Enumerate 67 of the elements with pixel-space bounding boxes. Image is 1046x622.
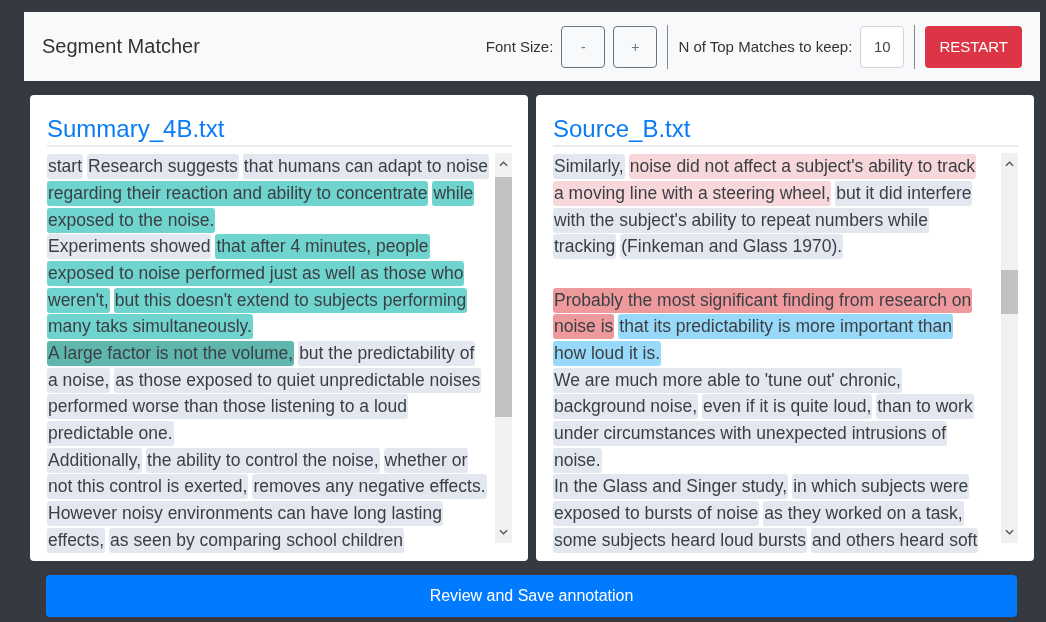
text-segment[interactable]: than to work [876,394,974,420]
chevron-down-icon[interactable] [499,529,508,536]
text-segment[interactable]: Similarly, [553,154,625,180]
text-segment[interactable]: Probably the most significant finding from research on [553,287,973,313]
scrollbar-thumb[interactable] [1001,270,1018,315]
text-segment[interactable]: tracking [553,234,617,260]
text-segment[interactable]: exposed to bursts of noise [553,501,760,527]
top-matches-field[interactable]: 10 [860,25,905,68]
text-segment[interactable]: not this control is exerted, [47,474,249,500]
decrease-font-button[interactable]: - [561,25,606,68]
text-segment[interactable]: but it did interfere [835,180,973,206]
text-segment[interactable]: that after 4 minutes, people [215,234,430,260]
text-segment[interactable]: However noisy environments can have long lasting [47,501,443,527]
font-size-label: Font Size: [485,38,554,56]
text-segment[interactable]: removes any negative effects. [252,474,487,500]
text-segment[interactable]: Additionally, [47,447,143,473]
increase-font-button[interactable]: + [613,25,658,68]
text-segment[interactable]: but this doesn't extend to subjects performing [113,287,468,313]
text-segment[interactable]: some subjects heard loud bursts [553,527,807,553]
text-segment[interactable]: We are much more able to 'tune out' chronic, [553,367,902,393]
chevron-up-icon[interactable] [499,161,508,168]
text-segment[interactable]: a noise, [47,367,111,393]
document-title: Source_B.txt [553,115,1018,148]
chevron-down-icon[interactable] [1005,529,1014,536]
text-segment[interactable]: A large factor is not the volume, [47,341,295,366]
text-segment[interactable]: many taks simultaneously. [47,314,253,340]
text-segment[interactable]: that humans can adapt to noise [242,154,490,180]
text-segment[interactable]: start [47,154,84,180]
scrollbar[interactable] [495,153,512,544]
text-segment[interactable]: as they worked on a task, [763,501,964,527]
top-matches-label: N of Top Matches to keep: [678,38,853,56]
app-title: Segment Matcher [42,35,200,59]
text-segment[interactable]: noise is [553,314,615,340]
scrollbar[interactable] [1001,153,1018,544]
text-segment[interactable]: exposed to noise performed just as well as those who [47,260,465,286]
chevron-up-icon[interactable] [1005,161,1014,168]
text-segment[interactable]: under circumstances with unexpected intrusions of [553,421,947,447]
text-segment[interactable]: the ability to control the noise, [146,447,380,473]
text-segment[interactable]: Research suggests [87,154,239,180]
text-segment[interactable]: In the Glass and Singer study, [553,474,789,500]
text-segment[interactable]: regarding their reaction and ability to concentrate [47,180,429,206]
text-segment[interactable]: a moving line with a steering wheel, [553,180,832,206]
text-segment[interactable]: whether or [383,447,469,473]
text-segment[interactable]: noise did not affect a subject's ability to track [628,154,977,180]
text-segment[interactable]: background noise, [553,394,699,420]
text-segment[interactable]: exposed to the noise. [47,207,216,233]
document-title: Summary_4B.txt [47,115,512,148]
text-segment[interactable]: Experiments showed [47,234,212,260]
text-segment[interactable]: effects, [47,527,106,553]
text-segment[interactable]: in which subjects were [792,474,970,500]
scrollbar-thumb[interactable] [495,177,512,418]
text-segment[interactable]: but the predictability of [298,341,476,366]
text-segment[interactable]: even if it is quite loud, [702,394,873,420]
text-segment[interactable]: performed worse than those listening to a loud [47,394,408,420]
text-segment[interactable]: (Finkeman and Glass 1970). [620,234,844,260]
text-segment[interactable]: noise. [553,447,602,473]
save-annotation-button[interactable]: Review and Save annotation [46,575,1017,617]
text-segment[interactable]: while [432,180,475,206]
text-segment[interactable]: as seen by comparing school children [109,527,404,553]
text-segment[interactable]: with the subject's ability to repeat numbers while [553,207,929,233]
text-segment[interactable]: as those exposed to quiet unpredictable noises [114,367,482,393]
text-segment[interactable]: weren't, [47,287,110,313]
text-segment[interactable]: and others heard soft [810,527,979,553]
text-segment[interactable]: how loud it is. [553,341,662,367]
text-segment[interactable]: predictable one. [47,421,174,447]
restart-button[interactable]: RESTART [925,25,1022,68]
text-segment[interactable]: that its predictability is more important than [618,314,953,340]
